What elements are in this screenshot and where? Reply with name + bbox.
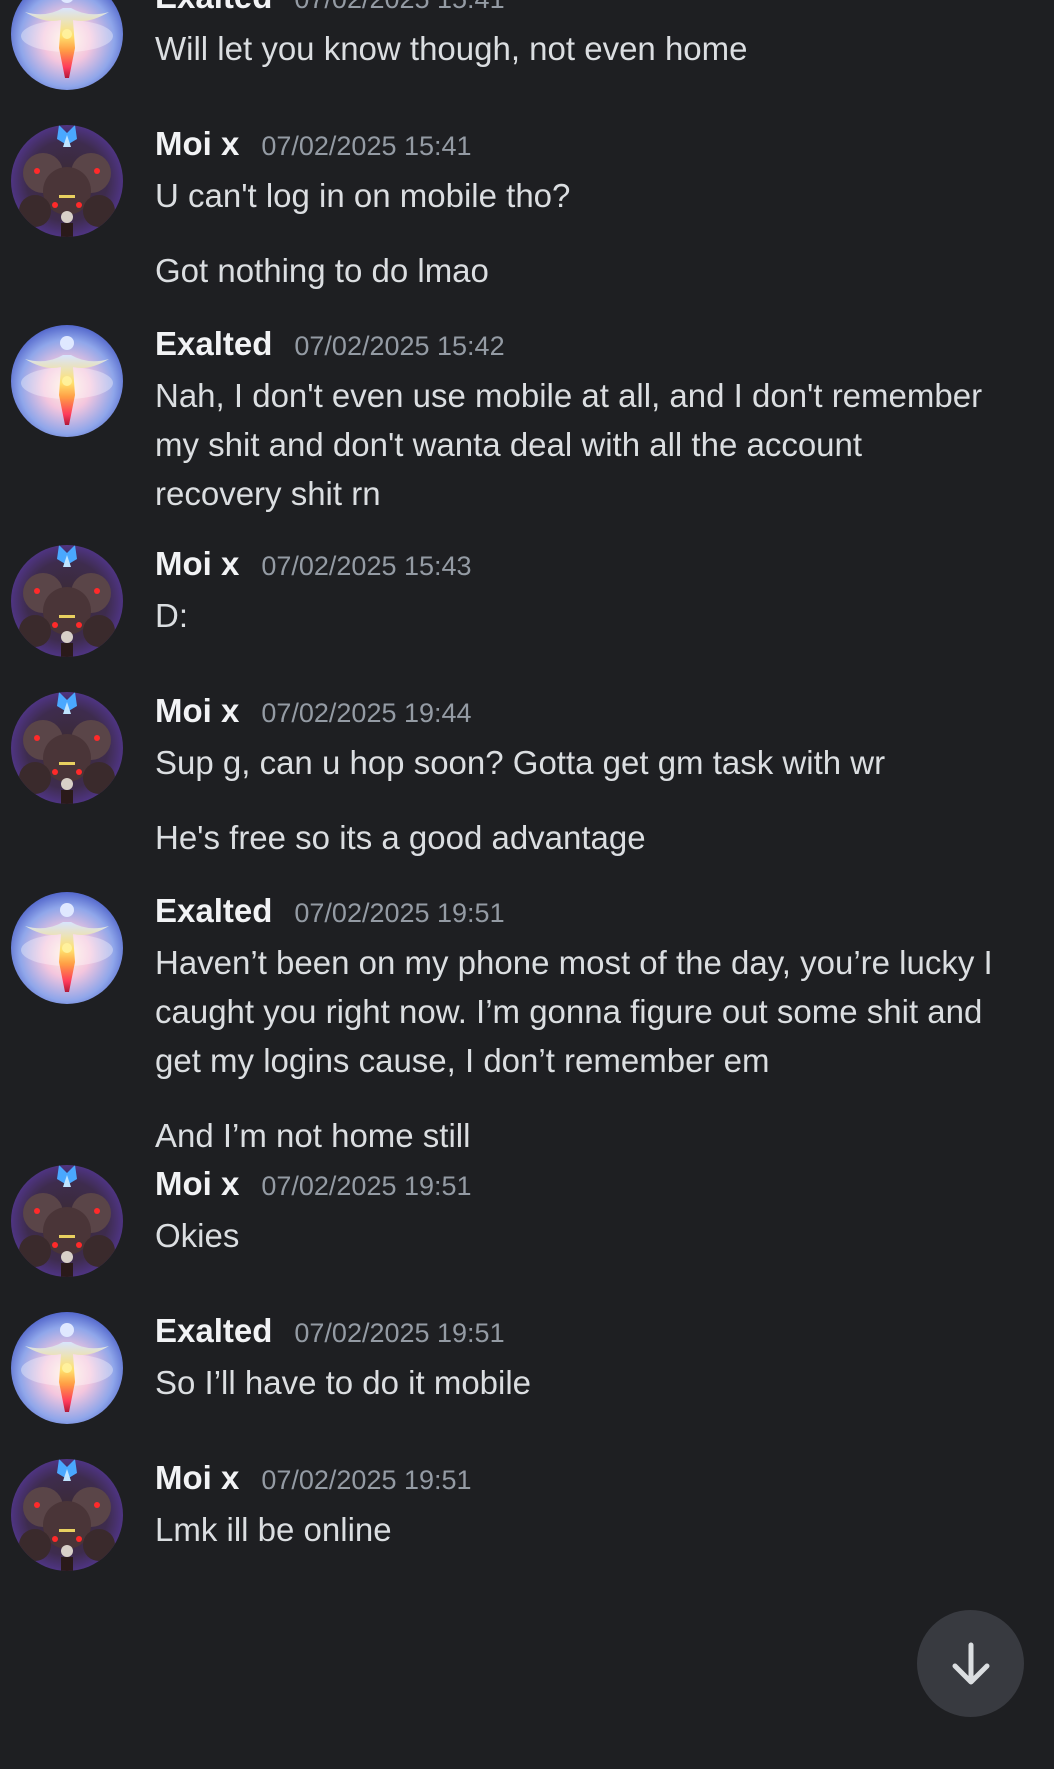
message-text: get my logins cause, I don’t remember em (155, 1042, 770, 1079)
message-content: Got nothing to do lmao (155, 246, 1014, 295)
message-text: Nah, I don't even use mobile at all, and… (155, 377, 983, 414)
message-header: Moi x 07/02/2025 19:44 (155, 684, 1014, 738)
timestamp: 07/02/2025 15:42 (294, 331, 505, 361)
message-text: D: (155, 597, 188, 634)
message-header: Moi x 07/02/2025 15:43 (155, 537, 1014, 591)
avatar[interactable] (11, 692, 123, 804)
message-header: Moi x 07/02/2025 15:41 (155, 117, 1014, 171)
message-text: He's free so its a good advantage (155, 819, 646, 856)
message-text: U can't log in on mobile tho? (155, 177, 571, 214)
timestamp: 07/02/2025 15:41 (294, 0, 504, 26)
avatar[interactable] (11, 125, 123, 237)
avatar[interactable] (11, 0, 123, 90)
timestamp: 07/02/2025 15:41 (261, 131, 472, 161)
message: Exalted 07/02/2025 15:41 Will let you know… (0, 0, 1054, 90)
message-text: So I’ll have to do it mobile (155, 1364, 532, 1401)
avatar[interactable] (11, 545, 123, 657)
timestamp: 07/02/2025 19:51 (261, 1465, 472, 1495)
username[interactable]: Moi x (155, 117, 239, 171)
message-text: recovery shit rn (155, 475, 381, 512)
message-text: Sup g, can u hop soon? Gotta get gm task… (155, 744, 886, 781)
message: Moi x 07/02/2025 19:51 Lmk ill be online (0, 1451, 1054, 1571)
message-header: Exalted 07/02/2025 19:51 (155, 884, 1014, 938)
avatar[interactable] (11, 1459, 123, 1571)
message-header: Exalted 07/02/2025 15:42 (155, 317, 1014, 371)
timestamp: 07/02/2025 15:43 (261, 551, 472, 581)
message: Exalted 07/02/2025 19:51 Haven’t been on m… (0, 884, 1054, 1160)
username[interactable]: Moi x (155, 1451, 239, 1505)
message-content: Haven’t been on my phone most of the day… (155, 938, 1014, 1085)
message-content: Sup g, can u hop soon? Gotta get gm task… (155, 738, 1014, 787)
avatar[interactable] (11, 1165, 123, 1277)
message-text: Haven’t been on my phone most of the day… (155, 944, 993, 981)
arrow-down-icon (952, 1642, 989, 1684)
username[interactable]: Moi x (155, 684, 239, 738)
message-text: my shit and don't wanta deal with all th… (155, 426, 863, 463)
message-content: And I’m not home still (155, 1111, 1014, 1160)
message-text: And I’m not home still (155, 1117, 471, 1154)
message-text: Lmk ill be online (155, 1511, 392, 1548)
username[interactable]: Moi x (155, 1157, 239, 1211)
message: Moi x 07/02/2025 19:51 Okies (0, 1157, 1054, 1277)
message-text: Got nothing to do lmao (155, 252, 489, 289)
message: Exalted 07/02/2025 15:42 Nah, I don't even… (0, 317, 1054, 518)
message-text: caught you right now. I’m gonna figure o… (155, 993, 983, 1030)
message-content: He's free so its a good advantage (155, 813, 1014, 862)
avatar[interactable] (11, 1312, 123, 1424)
message-content: Will let you know though, not even home (155, 24, 1014, 73)
avatar[interactable] (11, 892, 123, 1004)
message: Moi x 07/02/2025 15:43 D: (0, 537, 1054, 657)
message-content: U can't log in on mobile tho? (155, 171, 1014, 220)
timestamp: 07/02/2025 19:51 (294, 898, 505, 928)
jump-to-present-button[interactable] (917, 1610, 1024, 1717)
avatar[interactable] (11, 325, 123, 437)
username[interactable]: Exalted (155, 884, 272, 938)
message-header: Moi x 07/02/2025 19:51 (155, 1451, 1014, 1505)
message-content: So I’ll have to do it mobile (155, 1358, 1014, 1407)
message: Moi x 07/02/2025 19:44 Sup g, can u hop so… (0, 684, 1054, 862)
message: Moi x 07/02/2025 15:41 U can't log in on m… (0, 117, 1054, 295)
message-header: Exalted 07/02/2025 15:41 (155, 0, 1014, 24)
message-content: Lmk ill be online (155, 1505, 1014, 1554)
message-content: Nah, I don't even use mobile at all, and… (155, 371, 1014, 518)
username[interactable]: Exalted (155, 0, 272, 24)
message: Exalted 07/02/2025 19:51 So I’ll have to d… (0, 1304, 1054, 1424)
timestamp: 07/02/2025 19:51 (261, 1171, 472, 1201)
timestamp: 07/02/2025 19:51 (294, 1318, 505, 1348)
username[interactable]: Exalted (155, 1304, 272, 1358)
username[interactable]: Moi x (155, 537, 239, 591)
username[interactable]: Exalted (155, 317, 272, 371)
message-content: Okies (155, 1211, 1014, 1260)
message-text: Will let you know though, not even home (155, 30, 748, 67)
message-header: Exalted 07/02/2025 19:51 (155, 1304, 1014, 1358)
timestamp: 07/02/2025 19:44 (261, 698, 472, 728)
message-content: D: (155, 591, 1014, 640)
message-header: Moi x 07/02/2025 19:51 (155, 1157, 1014, 1211)
message-text: Okies (155, 1217, 240, 1254)
